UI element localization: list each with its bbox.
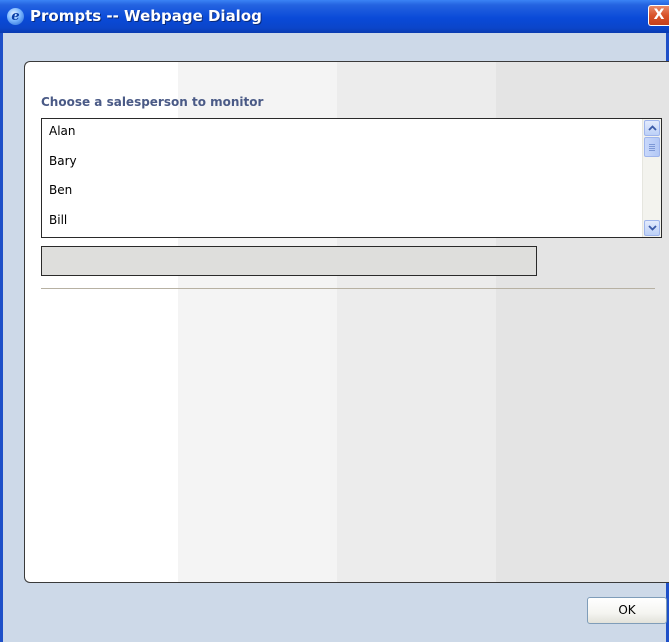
title-bar[interactable]: e Prompts -- Webpage Dialog X xyxy=(0,0,669,33)
prompt-label: Choose a salesperson to monitor xyxy=(41,95,264,109)
salesperson-listbox[interactable]: Alan Bary Ben Bill xyxy=(41,118,662,238)
divider xyxy=(41,288,655,289)
chevron-up-icon xyxy=(648,125,657,131)
selection-field[interactable] xyxy=(41,246,537,276)
prompt-panel: Choose a salesperson to monitor Alan Bar… xyxy=(24,61,669,583)
list-item[interactable]: Bary xyxy=(49,154,77,174)
list-item[interactable]: Bill xyxy=(49,213,67,233)
list-item[interactable]: Alan xyxy=(49,124,76,144)
scroll-up-button[interactable] xyxy=(644,120,660,136)
close-button[interactable]: X xyxy=(648,5,669,26)
scroll-down-button[interactable] xyxy=(644,220,660,236)
vertical-scrollbar[interactable] xyxy=(642,119,661,237)
ie-icon: e xyxy=(7,8,24,25)
list-item[interactable]: Ben xyxy=(49,183,72,203)
window-title: Prompts -- Webpage Dialog xyxy=(30,7,262,25)
ok-button[interactable]: OK xyxy=(587,597,667,624)
scroll-thumb[interactable] xyxy=(644,137,660,157)
chevron-down-icon xyxy=(648,225,657,231)
